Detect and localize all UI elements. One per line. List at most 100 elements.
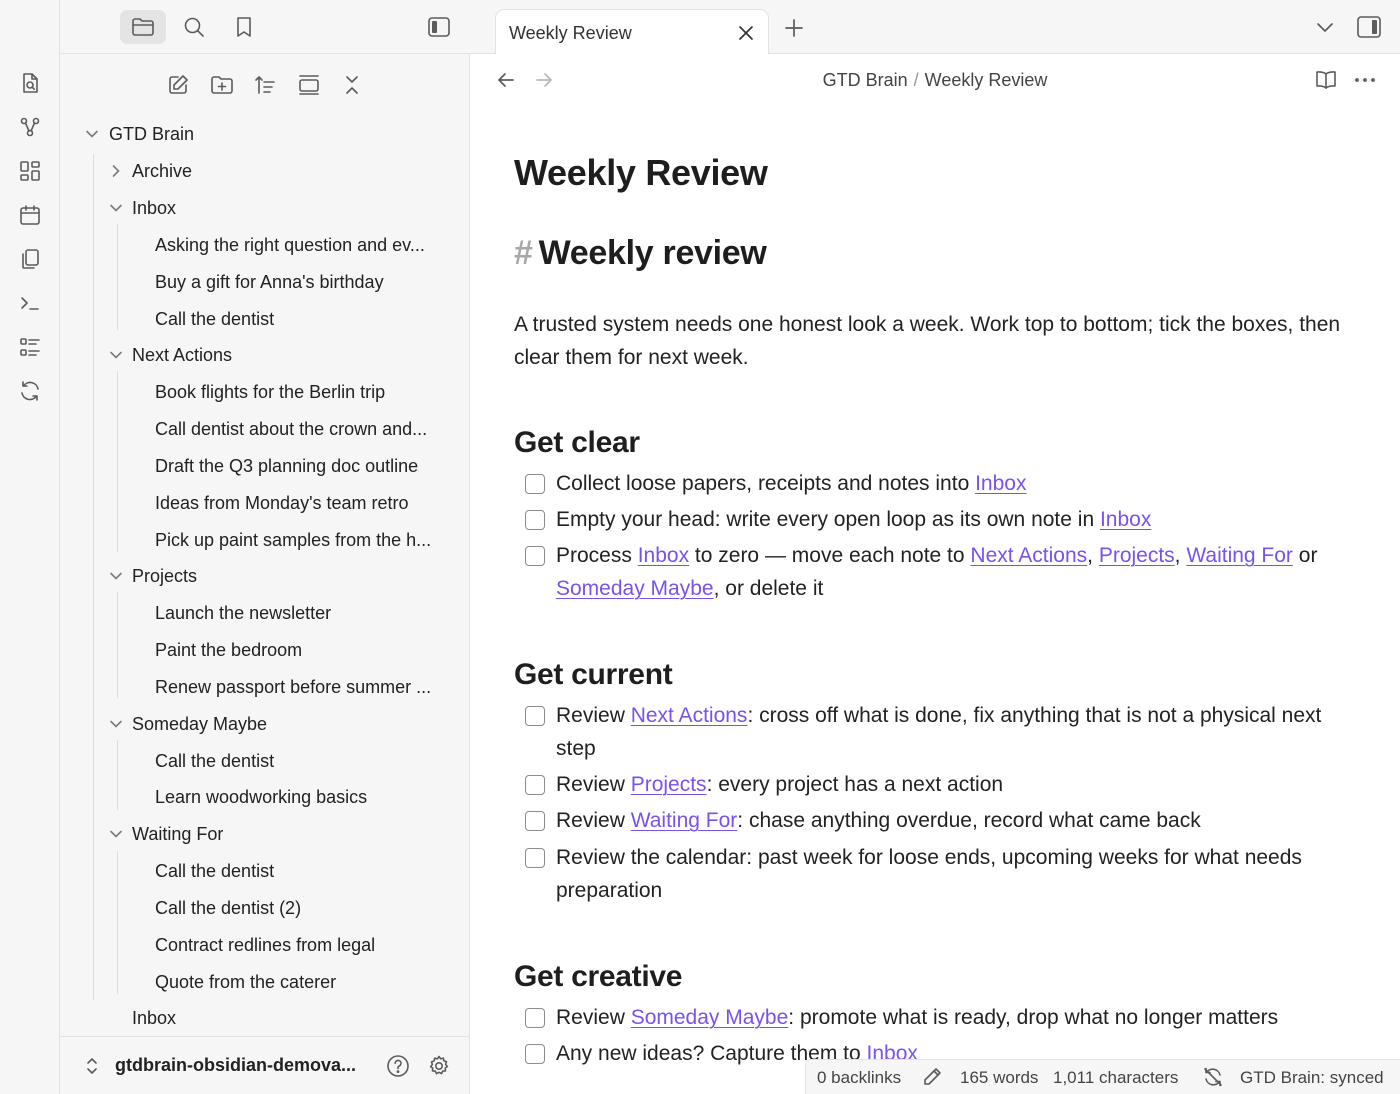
tree-file[interactable]: Contract redlines from legal [60,929,469,961]
tree-file[interactable]: Book flights for the Berlin trip [60,376,469,408]
internal-link-someday-maybe[interactable]: Someday Maybe [556,577,714,600]
task-checkbox[interactable] [525,546,545,566]
help-icon[interactable] [386,1054,410,1078]
sidebar-top-bar [60,0,470,54]
vault-name[interactable]: gtdbrain-obsidian-demova... [115,1055,360,1076]
task-checkbox[interactable] [525,706,545,726]
collapse-icon [346,76,358,94]
tree-folder-inbox[interactable]: Inbox [60,192,469,224]
tree-file[interactable]: Buy a gift for Anna's birthday [60,266,469,298]
tab-weekly-review[interactable]: Weekly Review [495,9,769,55]
tree-file[interactable]: Pick up paint samples from the h... [60,524,469,556]
tree-file[interactable]: Paint the bedroom [60,634,469,666]
new-folder-button[interactable] [207,70,237,100]
tree-label: Paint the bedroom [155,639,303,660]
chevron-right-icon [112,165,120,177]
tree-file[interactable]: Learn woodworking basics [60,781,469,813]
ribbon [0,0,60,1094]
internal-link-next-actions[interactable]: Next Actions [970,544,1087,567]
note-title[interactable]: Weekly Review [514,152,768,194]
tree-folder-gtd-brain[interactable]: GTD Brain [60,118,469,150]
folder-icon [132,18,154,36]
tree-folder-someday-maybe[interactable]: Someday Maybe [60,708,469,740]
chevron-down-icon [86,130,98,138]
tree-file[interactable]: Ideas from Monday's team retro [60,487,469,519]
tree-file[interactable]: Launch the newsletter [60,597,469,629]
task-checkbox[interactable] [525,848,545,868]
auto-reveal-button[interactable] [294,70,324,100]
canvas-icon[interactable] [16,157,44,185]
breadcrumb: GTD Brain / Weekly Review [470,70,1400,91]
internal-link-waiting-for[interactable]: Waiting For [1186,544,1293,567]
breadcrumb-current[interactable]: Weekly Review [925,70,1048,90]
sort-button[interactable] [250,70,280,100]
tree-file[interactable]: Call dentist about the crown and... [60,413,469,445]
task-checkbox[interactable] [525,775,545,795]
chevron-down-icon [110,204,122,212]
internal-link-inbox[interactable]: Inbox [638,544,689,567]
task-checkbox[interactable] [525,1008,545,1028]
chevron-up-down-icon[interactable] [84,1056,100,1076]
internal-link-inbox[interactable]: Inbox [1100,508,1151,531]
tree-file[interactable]: Call the dentist [60,745,469,777]
search-tab[interactable] [171,10,217,44]
task-checkbox[interactable] [525,1044,545,1064]
tree-label: Inbox [132,197,177,218]
bookmarks-tab[interactable] [221,10,267,44]
tree-label: Quote from the caterer [155,971,337,992]
tree-folder-waiting-for[interactable]: Waiting For [60,818,469,850]
tree-file[interactable]: Quote from the caterer [60,966,469,998]
tree-file[interactable]: Call the dentist [60,855,469,887]
tree-file[interactable]: Call the dentist [60,303,469,335]
tree-file[interactable]: Call the dentist (2) [60,892,469,924]
tab-list-chevron-down-icon[interactable] [1315,20,1335,36]
calendar-icon[interactable] [16,201,44,229]
tab-title: Weekly Review [509,23,632,43]
more-options-icon[interactable] [1354,76,1376,84]
graph-view-icon[interactable] [16,113,44,141]
task-checkbox[interactable] [525,811,545,831]
tree-folder-archive[interactable]: Archive [60,155,469,187]
file-explorer-tab[interactable] [120,10,166,44]
toggle-left-sidebar-button[interactable] [416,10,462,44]
sync-status-text: GTD Brain: synced [1240,1068,1384,1087]
close-icon[interactable] [738,25,754,41]
collapse-all-button[interactable] [337,70,367,100]
sync-icon[interactable] [16,377,44,405]
tree-file[interactable]: Renew passport before summer ... [60,671,469,703]
breadcrumb-parent[interactable]: GTD Brain [823,70,908,90]
tree-folder-projects[interactable]: Projects [60,560,469,592]
internal-link-someday-maybe[interactable]: Someday Maybe [631,1006,789,1029]
tree-folder-next-actions[interactable]: Next Actions [60,339,469,371]
task-text: Review Someday Maybe: promote what is re… [556,1006,1279,1029]
new-tab-plus-icon[interactable] [784,18,804,38]
task-checkbox[interactable] [525,474,545,494]
tree-file[interactable]: Asking the right question and ev... [60,229,469,261]
tree-file[interactable]: Inbox [60,1002,469,1034]
edit-pencil-icon[interactable] [921,1066,943,1088]
backlinks-count[interactable]: 0 backlinks [817,1068,901,1088]
internal-link-projects[interactable]: Projects [631,773,707,796]
terminal-icon[interactable] [16,289,44,317]
quick-switcher-icon[interactable] [16,69,44,97]
heading-get-creative: Get creative [514,960,683,993]
reading-view-book-icon[interactable] [1314,69,1338,91]
settings-gear-icon[interactable] [427,1054,451,1078]
tree-file[interactable]: Draft the Q3 planning doc outline [60,450,469,482]
internal-link-inbox[interactable]: Inbox [975,472,1026,495]
tree-label: Buy a gift for Anna's birthday [155,271,384,292]
new-note-button[interactable] [163,70,193,100]
tree-label: Call the dentist [155,750,275,771]
sync-status-icon[interactable] [1202,1066,1224,1088]
sidebar-right-icon[interactable] [1356,15,1382,39]
task-checkbox[interactable] [525,510,545,530]
sort-icon [255,76,275,94]
heading-1: # Weekly review [514,234,767,273]
templates-icon[interactable] [16,245,44,273]
internal-link-waiting-for[interactable]: Waiting For [631,809,738,832]
tree-label: Book flights for the Berlin trip [155,381,386,402]
task-text: Review Projects: every project has a nex… [556,773,1004,796]
internal-link-projects[interactable]: Projects [1099,544,1175,567]
internal-link-next-actions[interactable]: Next Actions [631,704,748,727]
list-icon[interactable] [16,333,44,361]
